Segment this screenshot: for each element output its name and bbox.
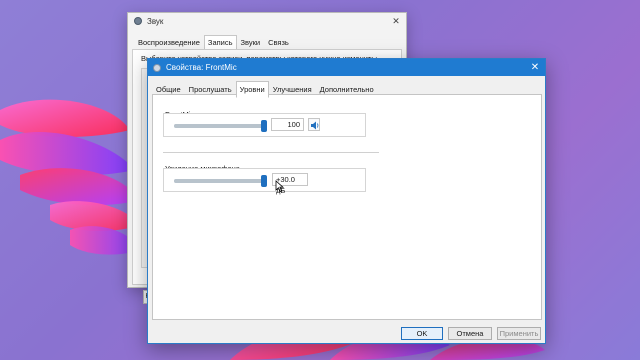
apply-button[interactable]: Применить bbox=[497, 327, 541, 340]
frontmic-level-value[interactable]: 100 bbox=[271, 118, 304, 131]
frontmic-level-slider[interactable] bbox=[174, 120, 267, 132]
speaker-icon bbox=[311, 121, 319, 130]
mic-boost-slider[interactable] bbox=[174, 175, 267, 187]
slider-thumb[interactable] bbox=[261, 175, 267, 187]
properties-titlebar[interactable]: Свойства: FrontMic bbox=[148, 59, 545, 76]
sound-device-icon bbox=[153, 63, 161, 72]
cancel-button[interactable]: Отмена bbox=[448, 327, 492, 340]
slider-fill bbox=[174, 179, 264, 183]
close-icon: ✕ bbox=[392, 16, 400, 26]
sound-window-title: Звук bbox=[147, 16, 164, 26]
slider-thumb[interactable] bbox=[261, 120, 267, 132]
close-icon: ✕ bbox=[530, 62, 540, 73]
levels-panel: FrontMic 100 Усиление микрофона +30.0 д bbox=[152, 94, 542, 320]
ok-button[interactable]: OK bbox=[401, 327, 443, 340]
mute-toggle-button[interactable] bbox=[308, 118, 320, 131]
frontmic-level-group: 100 bbox=[163, 113, 366, 137]
slider-fill bbox=[174, 124, 264, 128]
tab-levels[interactable]: Уровни bbox=[235, 81, 269, 98]
sound-window-titlebar[interactable]: Звук bbox=[128, 13, 406, 29]
sound-window-close-button[interactable]: ✕ bbox=[390, 15, 402, 27]
mouse-pointer-icon bbox=[275, 180, 285, 193]
properties-title: Свойства: FrontMic bbox=[166, 63, 237, 72]
properties-window: Свойства: FrontMic ✕ Общие Прослушать Ур… bbox=[147, 58, 546, 344]
section-divider bbox=[163, 152, 379, 153]
sound-device-icon bbox=[134, 17, 142, 25]
mic-boost-group: +30.0 дБ bbox=[163, 168, 366, 195]
properties-close-button[interactable]: ✕ bbox=[525, 59, 545, 76]
